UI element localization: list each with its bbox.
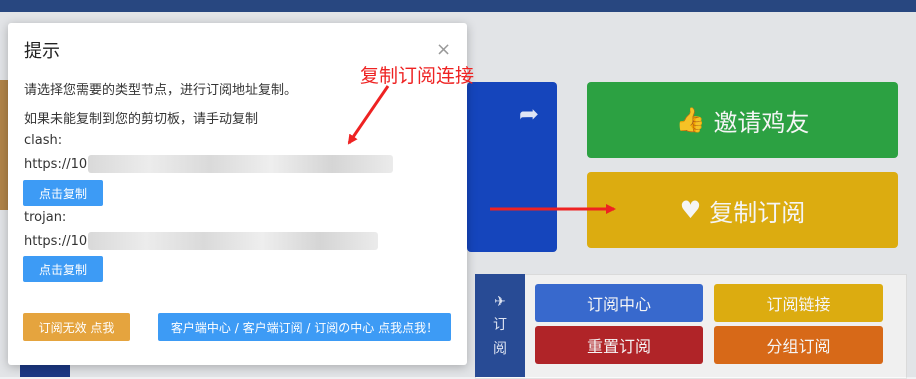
annotation-arrow-to-url	[347, 85, 390, 145]
annotation-arrows	[347, 85, 616, 214]
